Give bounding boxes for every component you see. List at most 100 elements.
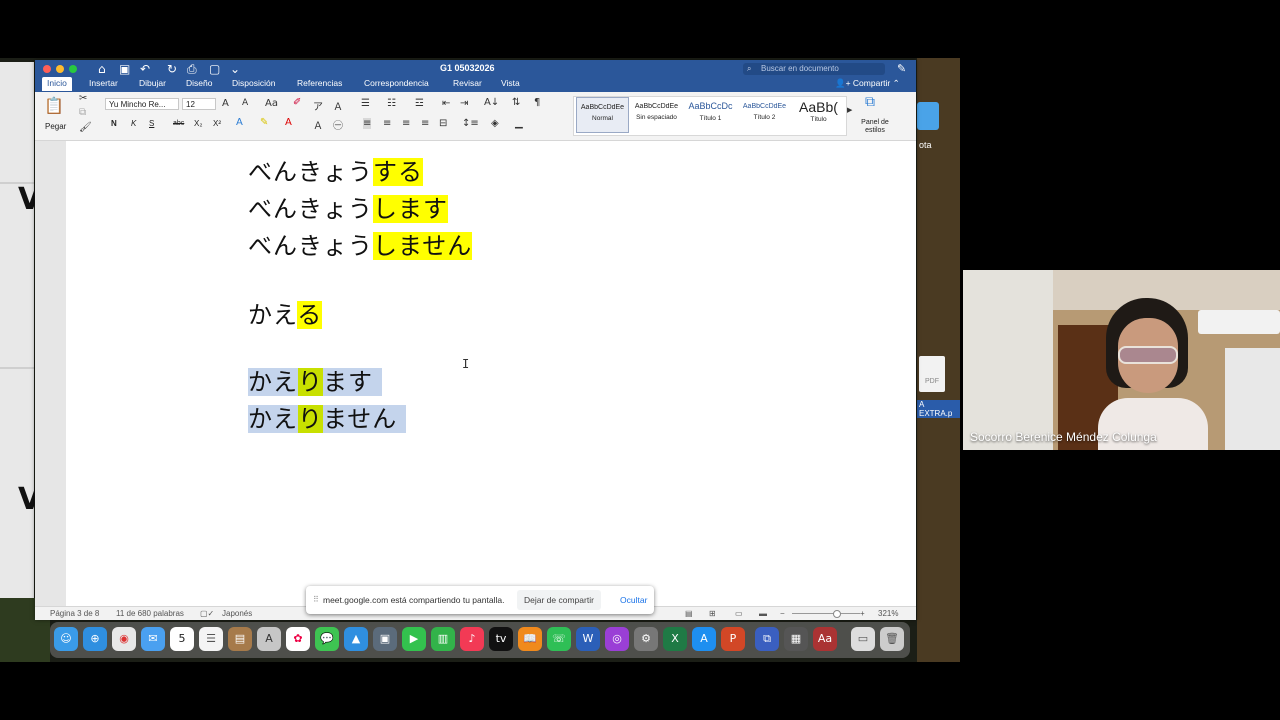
style-sin-espaciado[interactable]: AaBbCcDdEe Sin espaciado [630, 97, 683, 133]
increase-indent-icon[interactable]: ⇥ [460, 98, 468, 109]
drag-handle-icon[interactable]: ⠿ [313, 595, 319, 604]
style-titulo-2[interactable]: AaBbCcDdEe Título 2 [738, 97, 791, 133]
music-icon[interactable]: ♪ [460, 627, 484, 651]
font-name-select[interactable]: Yu Mincho Re... [105, 98, 179, 110]
style-titulo[interactable]: AaBb( Título [792, 97, 845, 133]
undo-icon[interactable]: ↶ [140, 62, 150, 76]
line-spacing-icon[interactable]: ↕≡ [462, 118, 479, 129]
home-icon[interactable]: ⌂ [98, 62, 106, 76]
character-shading-icon[interactable]: Ａ [313, 117, 323, 132]
messages-icon[interactable]: 💬 [315, 627, 339, 651]
styles-pane-label[interactable]: Panel de estilos [857, 119, 893, 135]
archive-icon[interactable]: ▤ [228, 627, 252, 651]
tab-dibujar[interactable]: Dibujar [139, 78, 166, 88]
align-right-icon[interactable]: ≡ [402, 118, 410, 129]
search-input[interactable]: ⌕ Buscar en documento [743, 63, 885, 75]
document-line[interactable]: べんきょうします [248, 190, 448, 228]
copy-icon[interactable]: ⧉ [79, 107, 86, 118]
pdf-file-icon[interactable]: PDF [919, 356, 945, 392]
close-window-button[interactable] [43, 65, 51, 73]
document-line[interactable]: べんきょうする [248, 153, 423, 191]
trash-icon[interactable]: 🗑 [880, 627, 904, 651]
zoom-slider-handle[interactable] [833, 610, 841, 618]
excel-icon[interactable]: X [663, 627, 687, 651]
web-layout-icon[interactable]: ⊞ [709, 609, 716, 618]
print-layout-icon[interactable]: ▤ [685, 609, 693, 618]
align-center-icon[interactable]: ≡ [383, 118, 391, 129]
calendar-icon[interactable]: 5 [170, 627, 194, 651]
apple-tv-icon[interactable]: tv [489, 627, 513, 651]
text-effects-icon[interactable]: A [236, 117, 243, 128]
facetime-icon[interactable]: ▶ [402, 627, 426, 651]
strikethrough-button[interactable]: abc [173, 120, 184, 127]
tab-disposicion[interactable]: Disposición [232, 78, 275, 88]
zoom-slider[interactable] [792, 613, 860, 614]
powerpoint-icon[interactable]: P [721, 627, 745, 651]
cut-icon[interactable]: ✂ [79, 93, 87, 104]
focus-mode-icon[interactable]: ▬ [759, 609, 767, 618]
redo-icon[interactable]: ↻ [167, 62, 177, 76]
italic-button[interactable]: K [131, 119, 136, 128]
format-painter-icon[interactable]: 🖌 [79, 122, 92, 133]
tab-insertar[interactable]: Insertar [89, 78, 118, 88]
folder-icon[interactable] [917, 102, 939, 130]
styles-more-icon[interactable]: ▶ [847, 106, 852, 114]
line-icon[interactable]: ☏ [547, 627, 571, 651]
chrome-icon[interactable]: ◉ [112, 627, 136, 651]
tab-diseno[interactable]: Diseño [186, 78, 212, 88]
zoom-window-button[interactable] [69, 65, 77, 73]
decrease-indent-icon[interactable]: ⇤ [442, 98, 450, 109]
character-border-icon[interactable]: Ａ [333, 98, 343, 113]
participant-video-tile[interactable]: Socorro Berenice Méndez Colunga [963, 270, 1280, 450]
document-line[interactable]: べんきょうしません [248, 227, 473, 265]
show-formatting-icon[interactable]: ¶ [534, 97, 540, 108]
sort-icon[interactable]: ⇅ [512, 97, 520, 108]
focus-icon[interactable]: ▭ [735, 609, 743, 618]
tab-referencias[interactable]: Referencias [297, 78, 342, 88]
tab-revisar[interactable]: Revisar [453, 78, 482, 88]
desktop-file-label[interactable]: A EXTRA.p [917, 400, 960, 418]
new-document-icon[interactable]: ▢ [209, 62, 220, 76]
bold-button[interactable]: N [111, 119, 117, 128]
share-button[interactable]: 👤+ Compartir ⌃ [835, 78, 900, 89]
zoom-level[interactable]: 321% [878, 609, 898, 618]
screen-sharing-icon[interactable]: ⧉ [755, 627, 779, 651]
keynote-icon[interactable]: ▲ [344, 627, 368, 651]
superscript-button[interactable]: X² [213, 119, 221, 128]
minimize-window-button[interactable] [56, 65, 64, 73]
multilevel-list-icon[interactable]: ☲ [415, 98, 424, 109]
change-case-icon[interactable]: Aa [265, 98, 278, 109]
language-indicator[interactable]: Japonés [222, 609, 252, 618]
style-normal[interactable]: AaBbCcDdEe Normal [576, 97, 629, 133]
safari-icon[interactable]: ⊕ [83, 627, 107, 651]
font-size-select[interactable]: 12 [182, 98, 216, 110]
document-page[interactable]: べんきょうする べんきょうします べんきょうしません かえる かえります かえり… [66, 141, 916, 606]
dictionary-icon[interactable]: Aa [813, 627, 837, 651]
align-left-icon[interactable]: ≡ [363, 118, 372, 129]
podcasts-icon[interactable]: ◎ [605, 627, 629, 651]
hide-notice-button[interactable]: Ocultar [620, 595, 647, 605]
shading-icon[interactable]: ◈ [491, 118, 499, 129]
books-icon[interactable]: 📖 [518, 627, 542, 651]
app-store-icon[interactable]: A [692, 627, 716, 651]
document-line[interactable]: かえる [248, 296, 323, 334]
system-settings-icon[interactable]: ⚙ [634, 627, 658, 651]
bullets-icon[interactable]: ☰ [361, 98, 370, 109]
stop-sharing-button[interactable]: Dejar de compartir [517, 590, 601, 610]
zoom-in-icon[interactable]: + [860, 609, 865, 618]
tab-correspondencia[interactable]: Correspondencia [364, 78, 429, 88]
proofing-icon[interactable]: ▢✓ [200, 609, 214, 618]
document-area[interactable]: べんきょうする べんきょうします べんきょうしません かえる かえります かえり… [35, 141, 916, 606]
print-icon[interactable]: ⎙ [187, 62, 197, 77]
account-icon[interactable]: ✎ [897, 62, 906, 75]
photos-icon[interactable]: ✿ [286, 627, 310, 651]
numbering-icon[interactable]: ☷ [387, 98, 396, 109]
highlight-color-icon[interactable]: ✎ [260, 117, 268, 128]
calculator-icon[interactable]: ▦ [784, 627, 808, 651]
text-direction-icon[interactable]: A↓ [484, 97, 499, 108]
style-titulo-1[interactable]: AaBbCcDc Título 1 [684, 97, 737, 133]
font-book-icon[interactable]: A [257, 627, 281, 651]
subscript-button[interactable]: X₂ [194, 119, 202, 128]
save-icon[interactable]: ▣ [119, 62, 130, 76]
enclose-character-icon[interactable]: ㊀ [333, 117, 343, 132]
